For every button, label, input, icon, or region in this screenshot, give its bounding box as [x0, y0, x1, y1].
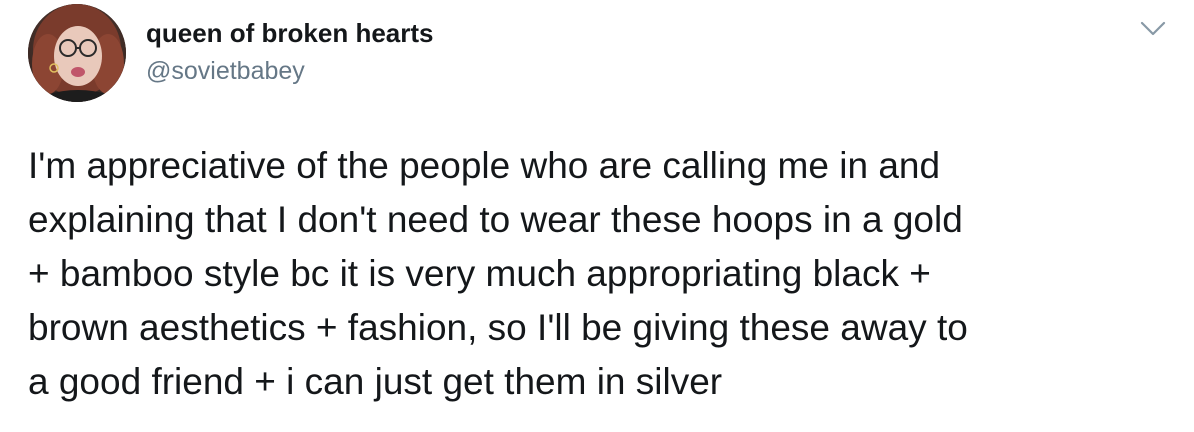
avatar[interactable] — [28, 4, 126, 102]
user-handle[interactable]: @sovietbabey — [146, 55, 434, 87]
tweet-card: queen of broken hearts @sovietbabey I'm … — [0, 0, 1194, 432]
tweet-text: I'm appreciative of the people who are c… — [28, 145, 968, 402]
display-name[interactable]: queen of broken hearts — [146, 17, 434, 49]
avatar-image — [28, 4, 126, 102]
chevron-down-icon — [1140, 21, 1166, 36]
author-info[interactable]: queen of broken hearts @sovietbabey — [146, 17, 434, 87]
tweet-menu-button[interactable] — [1138, 18, 1168, 40]
